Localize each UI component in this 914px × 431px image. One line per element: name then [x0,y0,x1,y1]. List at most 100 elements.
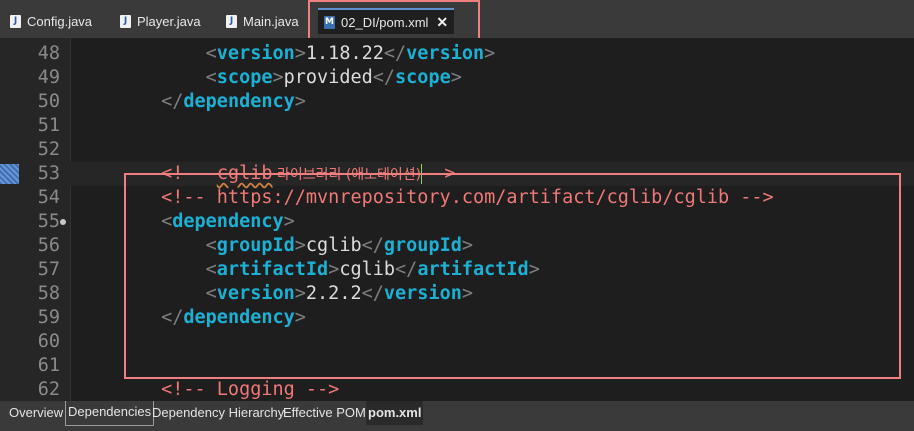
line-number: 60 [37,331,60,352]
tab-dependency-hierarchy[interactable]: Dependency Hierarchy [150,401,286,425]
code-line[interactable]: 51 [0,114,914,138]
code-text: <scope>provided</scope> [72,66,462,90]
code-line[interactable]: 62 <!-- Logging --> [0,378,914,401]
code-line[interactable]: 48 <version>1.18.22</version> [0,42,914,66]
element-value: 2.2.2 [305,283,362,304]
tag-name: groupId [216,235,295,256]
code-line[interactable]: 56 <groupId>cglib</groupId> [0,234,914,258]
line-number: 54 [37,187,60,208]
tag-name: version [216,43,295,64]
code-text: <version>2.2.2</version> [72,282,473,306]
fold-collapse-icon[interactable] [60,219,66,225]
code-line[interactable]: 60 [0,330,914,354]
tag-bracket: > [294,307,306,328]
tag-name: scope [395,67,451,88]
pom-editor-tab-bar: Overview Dependencies Dependency Hierarc… [0,401,914,431]
code-text: <groupId>cglib</groupId> [72,234,473,258]
tag-bracket: > [450,67,462,88]
comment: <!-- Logging --> [161,379,340,400]
line-number: 55 [37,211,60,232]
tag-name: scope [216,67,273,88]
code-line[interactable]: 52 [0,138,914,162]
bookmark-marker-icon[interactable] [0,164,19,184]
tag-name: version [216,283,295,304]
code-editor[interactable]: 48 <version>1.18.22</version> 49 <scope>p… [0,38,914,401]
element-value: provided [283,67,373,88]
code-line[interactable]: 58 <version>2.2.2</version> [0,282,914,306]
line-number: 62 [37,379,60,400]
element-value: cglib [339,259,396,280]
tag-bracket: < [205,259,217,280]
tag-bracket: </ [361,283,384,304]
line-number: 50 [37,91,60,112]
tag-name: groupId [383,235,462,256]
tab-config-java[interactable]: J Config.java [10,8,92,34]
code-text: <artifactId>cglib</artifactId> [72,258,540,282]
code-line[interactable]: 53 <!-- cglib 라이브러리 (애노테이션)--> [0,162,914,186]
tag-name: dependency [183,307,295,328]
element-value: 1.18.22 [305,43,384,64]
tag-bracket: > [461,235,473,256]
line-number: 48 [37,43,60,64]
code-line[interactable]: 55 <dependency> [0,210,914,234]
tag-name: dependency [172,211,284,232]
line-number: 49 [37,67,60,88]
element-value: cglib [305,235,362,256]
code-line[interactable]: 49 <scope>provided</scope> [0,66,914,90]
tag-bracket: </ [372,67,396,88]
tag-bracket: > [272,67,284,88]
tag-name: version [383,283,462,304]
tag-name: artifactId [216,259,329,280]
code-line[interactable]: 61 [0,354,914,378]
code-line[interactable]: 50 </dependency> [0,90,914,114]
comment: <!-- [161,163,217,184]
java-file-icon: J [226,14,237,28]
code-line[interactable]: 57 <artifactId>cglib</artifactId> [0,258,914,282]
comment-misspelled-word: cglib [216,163,273,184]
tab-label: Player.java [137,13,201,29]
tag-bracket: > [294,283,306,304]
tag-bracket: < [205,43,217,64]
code-line[interactable]: 54 <!-- https://mvnrepository.com/artifa… [0,186,914,210]
tag-bracket: < [205,283,217,304]
tab-label: Main.java [243,13,299,29]
code-text: <!-- Logging --> [72,378,339,401]
tab-effective-pom[interactable]: Effective POM [281,401,368,425]
line-number: 58 [37,283,60,304]
tag-bracket: </ [361,235,384,256]
tag-bracket: > [461,283,473,304]
tag-bracket: > [528,259,540,280]
code-text: <version>1.18.22</version> [72,42,496,66]
tag-bracket: > [283,211,295,232]
line-number: 57 [37,259,60,280]
java-file-icon: J [10,14,21,28]
comment-korean-text: 라이브러리 (애노테이션) [272,167,422,183]
line-number: 56 [37,235,60,256]
line-number: 52 [37,139,60,160]
code-text: </dependency> [72,306,306,330]
tag-name: version [406,43,485,64]
tab-main-java[interactable]: J Main.java [226,8,299,34]
tag-bracket: </ [161,307,184,328]
comment: <!-- https://mvnrepository.com/artifact/… [161,187,774,208]
tab-dependencies[interactable]: Dependencies [65,401,155,426]
tab-overview[interactable]: Overview [7,401,65,425]
tab-pom-xml-source[interactable]: pom.xml [366,401,424,425]
tag-name: dependency [183,91,295,112]
code-line[interactable]: 59 </dependency> [0,306,914,330]
tag-bracket: </ [161,91,184,112]
line-number: 51 [37,115,60,136]
tab-player-java[interactable]: J Player.java [120,8,201,34]
tag-bracket: </ [383,43,407,64]
tag-bracket: > [294,235,306,256]
